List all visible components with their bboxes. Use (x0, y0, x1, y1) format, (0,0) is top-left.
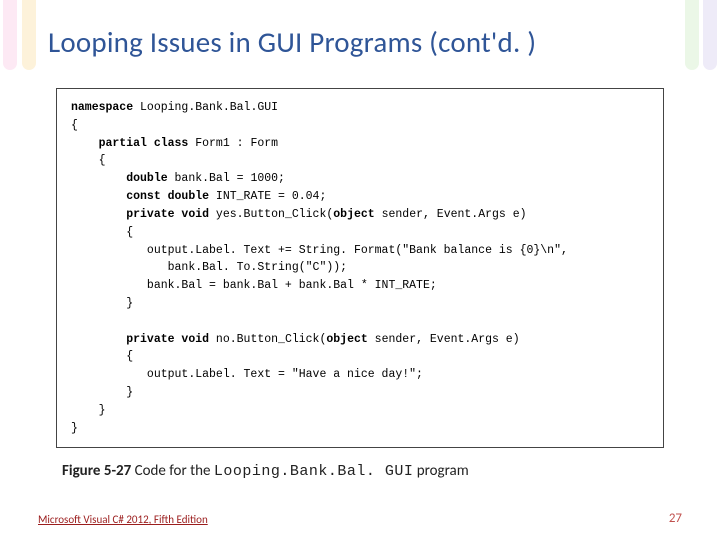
code-text: { (71, 154, 106, 167)
code-kw: partial class (71, 137, 188, 150)
code-text: bank.Bal = bank.Bal + bank.Bal * INT_RAT… (71, 279, 437, 292)
figure-number: Figure 5-27 (62, 462, 131, 480)
code-text: { (71, 226, 133, 239)
code-text: } (71, 404, 106, 417)
code-text: } (71, 422, 78, 435)
code-kw: object (326, 333, 367, 346)
footer-page-number: 27 (669, 511, 682, 526)
code-kw: double (71, 172, 168, 185)
footer-book-title: Microsoft Visual C# 2012, Fifth Edition (38, 513, 208, 526)
caption-tail: program (413, 462, 468, 480)
caption-program-name: Looping.Bank.Bal. GUI (214, 463, 414, 480)
code-text: } (71, 297, 133, 310)
code-kw: const double (71, 190, 209, 203)
code-kw: private void (71, 208, 209, 221)
code-text: Form1 : Form (188, 137, 278, 150)
code-text: output.Label. Text = "Have a nice day!"; (71, 368, 423, 381)
code-kw: object (333, 208, 374, 221)
code-text: no.Button_Click( (209, 333, 326, 346)
code-text (71, 315, 78, 328)
code-text: bank.Bal = 1000; (168, 172, 285, 185)
slide-title: Looping Issues in GUI Programs (cont'd. … (48, 24, 672, 60)
code-text: sender, Event.Args e) (375, 208, 527, 221)
code-kw: private void (71, 333, 209, 346)
slide: Looping Issues in GUI Programs (cont'd. … (0, 0, 720, 540)
figure-caption: Figure 5-27 Code for the Looping.Bank.Ba… (62, 462, 672, 480)
code-kw: namespace (71, 101, 133, 114)
code-text: { (71, 350, 133, 363)
code-text: sender, Event.Args e) (368, 333, 520, 346)
code-text: bank.Bal. To.String("C")); (71, 261, 347, 274)
code-text: output.Label. Text += String. Format("Ba… (71, 244, 568, 257)
code-text: } (71, 386, 133, 399)
code-listing: namespace Looping.Bank.Bal.GUI { partial… (56, 88, 664, 448)
code-text: { (71, 119, 78, 132)
slide-footer: Microsoft Visual C# 2012, Fifth Edition … (38, 511, 682, 526)
caption-text: Code for the (131, 462, 214, 480)
code-text: yes.Button_Click( (209, 208, 333, 221)
code-text: INT_RATE = 0.04; (209, 190, 326, 203)
code-text: Looping.Bank.Bal.GUI (133, 101, 278, 114)
